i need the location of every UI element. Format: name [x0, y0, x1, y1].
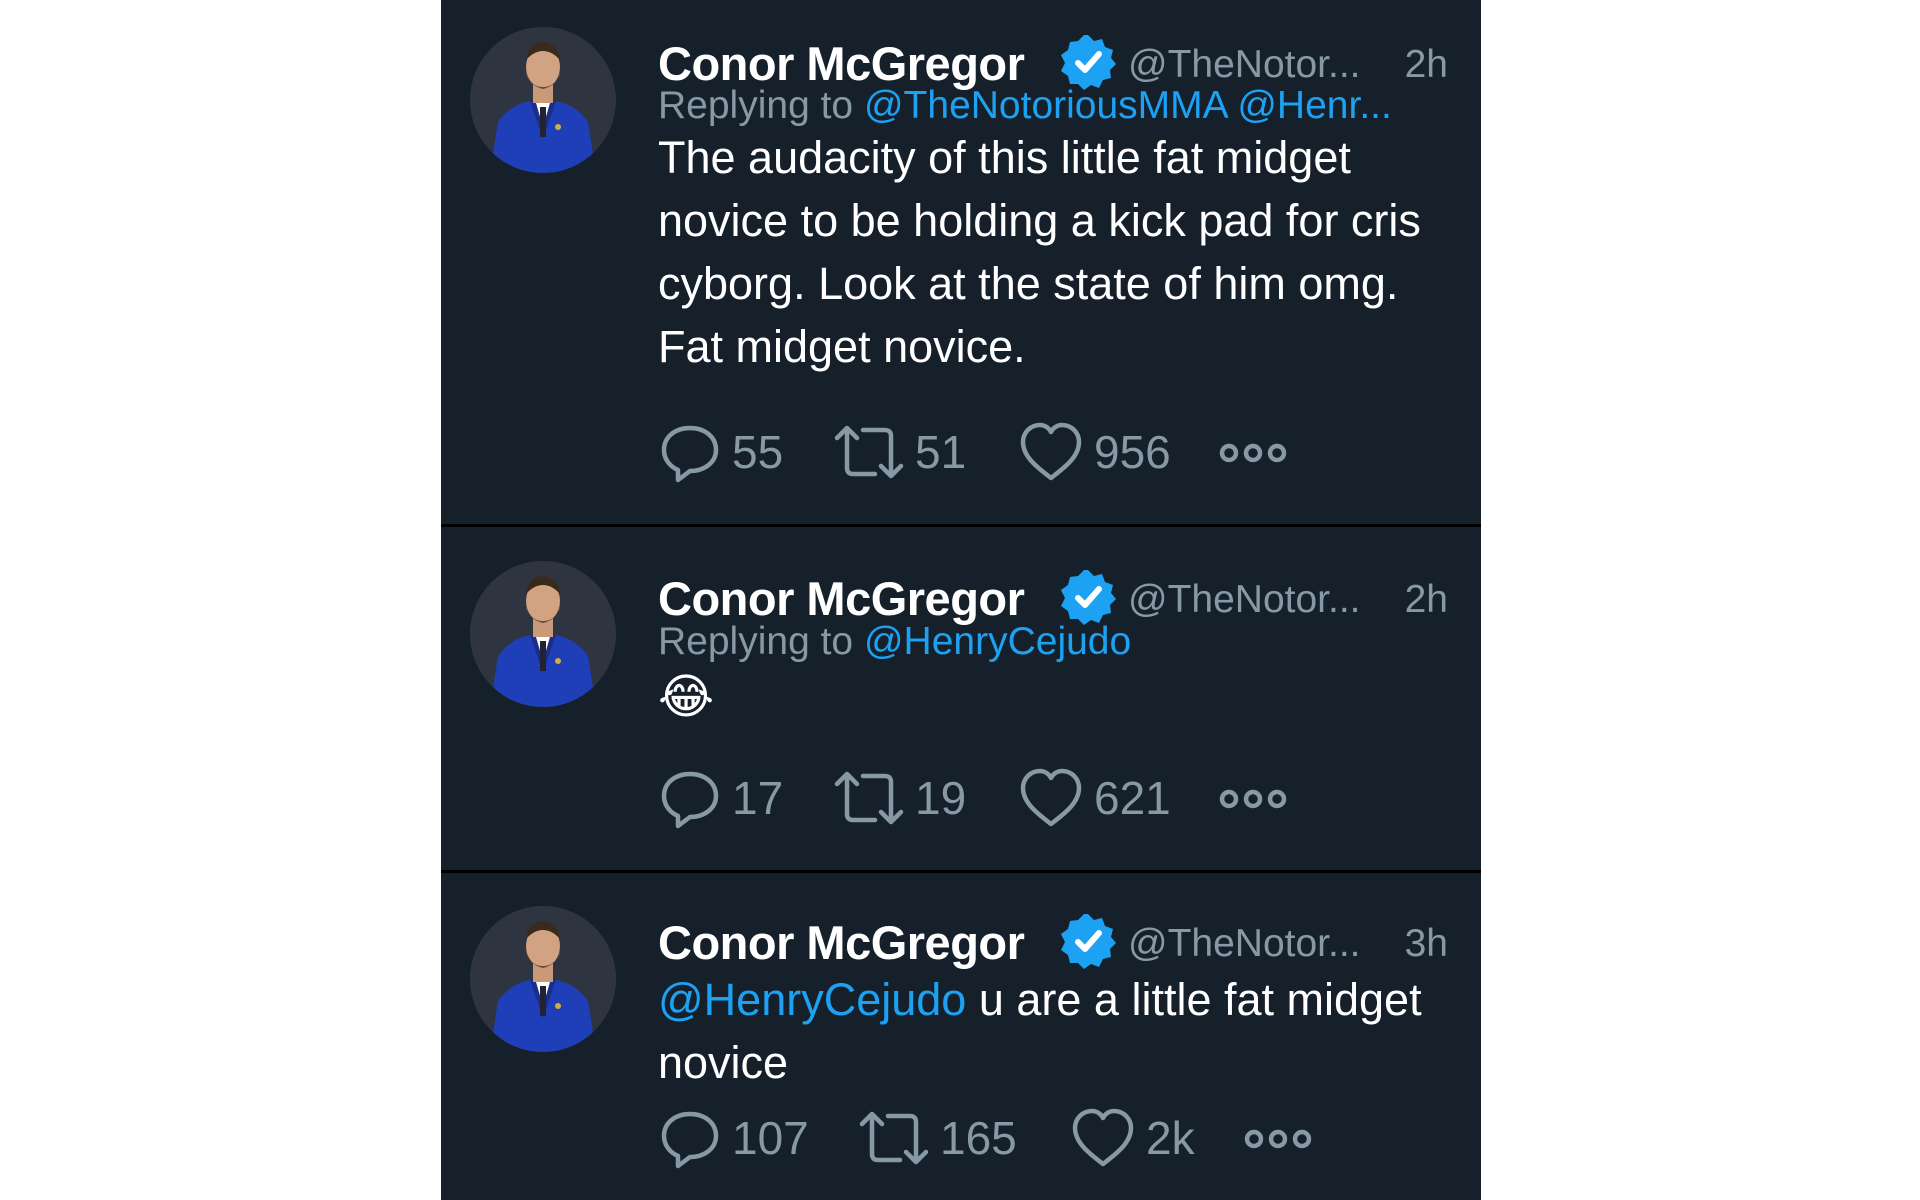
like-count: 956 [1094, 426, 1171, 478]
avatar[interactable] [470, 906, 616, 1052]
like-count: 621 [1094, 772, 1171, 824]
display-name[interactable]: Conor McGregor [658, 36, 1025, 91]
tweet-header: Conor McGregor @TheNotor... 2h [658, 30, 1458, 90]
replying-to: Replying to @TheNotoriousMMA @Henr... [658, 84, 1448, 128]
more-icon[interactable] [1243, 1128, 1313, 1150]
more-icon[interactable] [1218, 788, 1288, 810]
reply-button[interactable]: 55 [658, 417, 783, 487]
tweet-actions: 107 165 2k [658, 1103, 1458, 1173]
retweet-icon [834, 425, 904, 479]
display-name[interactable]: Conor McGregor [658, 571, 1025, 626]
reply-count: 17 [732, 772, 784, 824]
retweet-icon [859, 1111, 929, 1165]
reply-button[interactable]: 107 [658, 1103, 809, 1173]
tweet-text: 😂 [658, 671, 715, 724]
reply-icon [661, 425, 719, 483]
reply-count: 55 [732, 426, 784, 478]
retweet-button[interactable]: 19 [833, 763, 966, 833]
timestamp[interactable]: 3h [1405, 922, 1448, 966]
tweet-text: The audacity of this little fat midget n… [658, 132, 1421, 372]
like-button[interactable]: 621 [1018, 763, 1171, 833]
replying-to: Replying to @HenryCejudo [658, 620, 1448, 664]
tweet[interactable]: Conor McGregor @TheNotor... 2h Replying … [441, 530, 1481, 873]
timestamp[interactable]: 2h [1405, 578, 1448, 622]
tweet-header: Conor McGregor @TheNotor... 2h [658, 565, 1458, 625]
more-icon[interactable] [1218, 442, 1288, 464]
tweet-actions: 55 51 956 [658, 417, 1458, 487]
replying-to-label: Replying to [658, 84, 854, 127]
avatar[interactable] [470, 561, 616, 707]
retweet-button[interactable]: 165 [858, 1103, 1017, 1173]
like-icon [1020, 422, 1082, 481]
tweet-text: @HenryCejudo u are a little fat midget n… [658, 968, 1458, 1094]
replying-to-label: Replying to [658, 620, 854, 663]
reply-button[interactable]: 17 [658, 763, 783, 833]
retweet-count: 19 [915, 772, 967, 824]
like-icon [1020, 768, 1082, 827]
timestamp[interactable]: 2h [1405, 43, 1448, 87]
tweet-header: Conor McGregor @TheNotor... 3h [658, 909, 1458, 969]
user-handle[interactable]: @TheNotor... [1128, 922, 1361, 966]
replying-to-mentions[interactable]: @TheNotoriousMMA @Henr... [864, 84, 1392, 127]
reply-icon [661, 771, 719, 829]
replying-to-mentions[interactable]: @HenryCejudo [864, 620, 1131, 663]
like-button[interactable]: 956 [1018, 417, 1171, 487]
retweet-button[interactable]: 51 [833, 417, 966, 487]
tweet-mention[interactable]: @HenryCejudo [658, 974, 966, 1025]
verified-badge-icon [1061, 570, 1116, 625]
tweet-feed: Conor McGregor @TheNotor... 2h Replying … [441, 0, 1481, 1200]
avatar[interactable] [470, 27, 616, 173]
reply-count: 107 [732, 1112, 809, 1164]
like-icon [1072, 1108, 1134, 1167]
retweet-icon [834, 771, 904, 825]
tweet-actions: 17 19 621 [658, 763, 1458, 833]
user-handle[interactable]: @TheNotor... [1128, 43, 1361, 87]
user-handle[interactable]: @TheNotor... [1128, 578, 1361, 622]
tweet[interactable]: Conor McGregor @TheNotor... 2h Replying … [441, 0, 1481, 527]
verified-badge-icon [1061, 35, 1116, 90]
retweet-count: 165 [940, 1112, 1017, 1164]
retweet-count: 51 [915, 426, 967, 478]
tweet[interactable]: Conor McGregor @TheNotor... 3h @HenryCej… [441, 876, 1481, 1200]
like-count: 2k [1146, 1112, 1195, 1164]
reply-icon [661, 1111, 719, 1169]
verified-badge-icon [1061, 914, 1116, 969]
like-button[interactable]: 2k [1070, 1103, 1195, 1173]
display-name[interactable]: Conor McGregor [658, 915, 1025, 970]
